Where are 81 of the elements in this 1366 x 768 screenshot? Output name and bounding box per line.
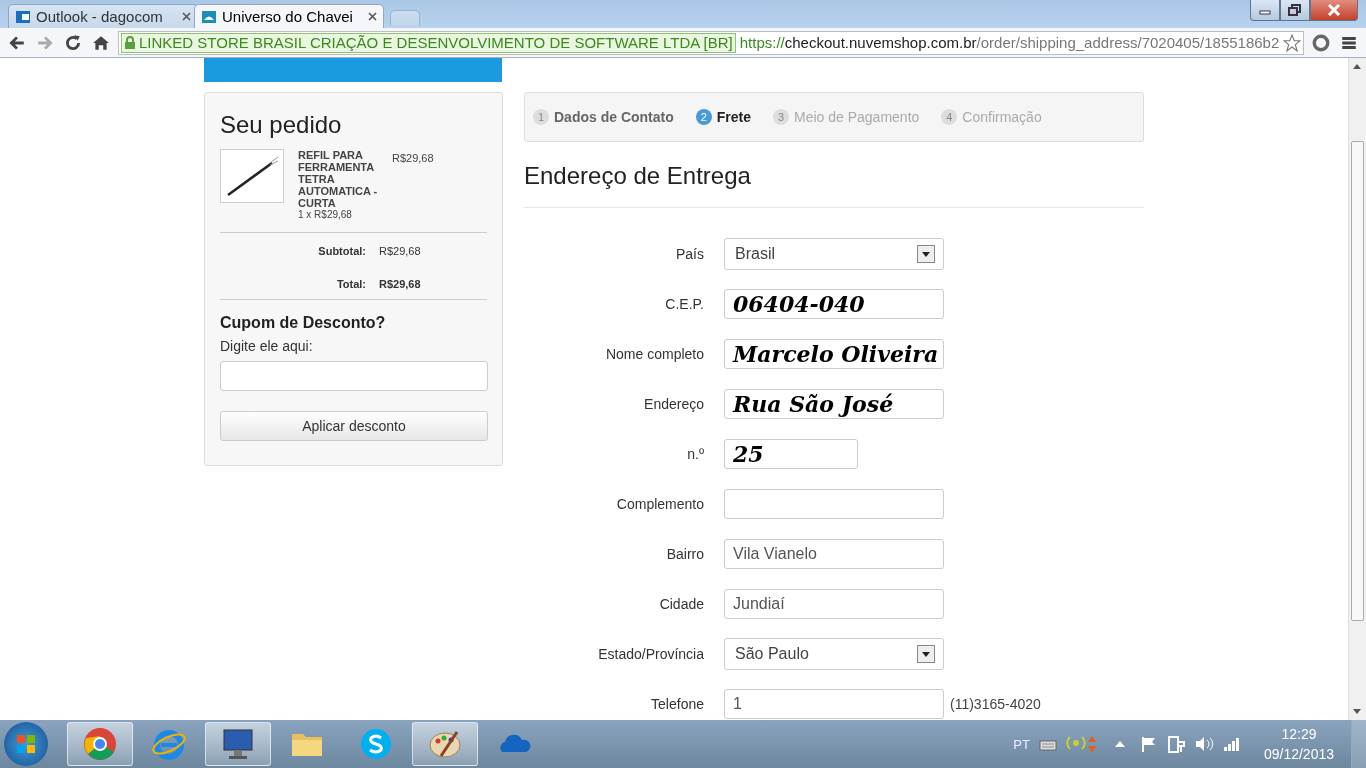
- subtotal-value: R$29,68: [379, 245, 421, 257]
- field-label: Bairro: [665, 546, 704, 562]
- field-label: C.E.P.: [664, 296, 704, 312]
- step-label: Confirmação: [962, 109, 1042, 125]
- battery-plug-icon[interactable]: [1166, 734, 1185, 754]
- field-label: Endereço: [643, 396, 704, 412]
- product-name: REFIL PARA FERRAMENTA TETRA AUTOMATICA - CURTA: [298, 149, 378, 209]
- product-price: R$29,68: [392, 152, 434, 166]
- scroll-thumb[interactable]: [1351, 141, 1364, 621]
- input-field[interactable]: 25: [724, 439, 858, 469]
- address-bar[interactable]: LINKED STORE BRASIL CRIAÇÃO E DESENVOLVIMENTO DE SOFTWARE LTDA [BR] https://checkout.nuvemshop.com.br/order/shipping_address/7020405/1855186b2: [118, 30, 1304, 55]
- coupon-hint: Digite ele aqui:: [220, 338, 314, 354]
- coupon-input-field[interactable]: [220, 361, 488, 391]
- tab-title: Universo do Chavei: [222, 8, 354, 25]
- speaker-icon[interactable]: [1193, 735, 1214, 753]
- step-label: Dados de Contato: [554, 109, 674, 125]
- reload-icon[interactable]: [64, 33, 82, 52]
- chrome-icon: [82, 726, 118, 762]
- clock-time: 12:29: [1281, 726, 1317, 742]
- input-field[interactable]: 1: [724, 689, 944, 719]
- input-field[interactable]: Rua São José: [724, 389, 944, 419]
- field-note: (11)3165-4020: [950, 696, 1041, 712]
- apply-discount-button[interactable]: Aplicar desconto: [220, 411, 488, 441]
- cloud-icon: [201, 8, 217, 25]
- field-label: Cidade: [658, 596, 704, 612]
- star-icon[interactable]: [1283, 33, 1302, 52]
- site-identity[interactable]: LINKED STORE BRASIL CRIAÇÃO E DESENVOLVIMENTO DE SOFTWARE LTDA [BR]: [121, 32, 736, 53]
- input-field[interactable]: [724, 489, 944, 519]
- order-title: Seu pedido: [220, 111, 343, 139]
- field-label: Nome completo: [604, 346, 704, 362]
- caret-up-icon[interactable]: [1114, 740, 1125, 748]
- step-number: 1: [533, 109, 549, 125]
- start-button[interactable]: [4, 722, 48, 766]
- dropdown[interactable]: São Paulo: [724, 638, 944, 670]
- input-field[interactable]: Marcelo Oliveira: [724, 339, 944, 369]
- close-icon[interactable]: [368, 12, 377, 21]
- dropdown[interactable]: Brasil: [724, 238, 944, 270]
- flag-icon[interactable]: [1139, 735, 1158, 753]
- taskbar-button[interactable]: [205, 722, 271, 766]
- field-label: Estado/Província: [597, 646, 704, 662]
- input-field[interactable]: 06404-040: [724, 289, 944, 319]
- chat-app-icon: [358, 726, 394, 762]
- subtotal-label: Subtotal:: [317, 245, 366, 257]
- browser-tab[interactable]: Universo do Chavei: [194, 4, 384, 28]
- total-label: Total:: [335, 278, 366, 290]
- extension-icon[interactable]: [1312, 33, 1330, 52]
- field-label: Telefone: [650, 696, 704, 712]
- close-icon[interactable]: [182, 12, 191, 21]
- step-number: 2: [695, 109, 712, 125]
- windows-logo-icon: [15, 733, 37, 755]
- taskbar-button[interactable]: [412, 722, 478, 766]
- tab-title: Outlook - dagocom: [36, 8, 164, 25]
- step-number: 4: [941, 109, 958, 125]
- url-text: https://checkout.nuvemshop.com.br/order/shipping_address/7020405/1855186b2: [739, 34, 1280, 51]
- field-label: País: [675, 246, 704, 262]
- close-button[interactable]: [1310, 0, 1358, 21]
- lock-icon: [124, 35, 136, 50]
- field-label: n.º: [686, 446, 704, 462]
- close-icon: [1327, 4, 1341, 16]
- minimize-button[interactable]: [1250, 0, 1280, 21]
- product-quantity: 1 x R$29,68: [298, 209, 353, 220]
- product-photo-placeholder: [220, 149, 284, 203]
- input-field[interactable]: Jundiaí: [724, 589, 944, 619]
- step-number: 3: [773, 109, 789, 125]
- step-label: Frete: [716, 109, 751, 125]
- computer-icon: [220, 726, 256, 762]
- scrollbar[interactable]: [1348, 58, 1366, 720]
- coupon-title: Cupom de Desconto?: [220, 314, 387, 332]
- restore-button[interactable]: [1280, 0, 1310, 21]
- step-label: Meio de Pagamento: [794, 109, 920, 125]
- input-field[interactable]: Vila Vianelo: [724, 539, 944, 569]
- clock-date: 09/12/2013: [1263, 746, 1334, 762]
- total-value: R$29,68: [379, 278, 421, 290]
- keyboard-icon[interactable]: [1038, 737, 1057, 751]
- signal-bars-icon[interactable]: [1222, 736, 1241, 752]
- taskbar-button[interactable]: [67, 722, 133, 766]
- restore-icon: [1288, 4, 1302, 16]
- field-label: Complemento: [615, 496, 704, 512]
- organization-name: LINKED STORE BRASIL CRIAÇÃO E DESENVOLVIMENTO DE SOFTWARE LTDA [BR]: [139, 34, 733, 51]
- mail-icon: [15, 8, 31, 25]
- form-title: Endereço de Entrega: [524, 142, 1144, 208]
